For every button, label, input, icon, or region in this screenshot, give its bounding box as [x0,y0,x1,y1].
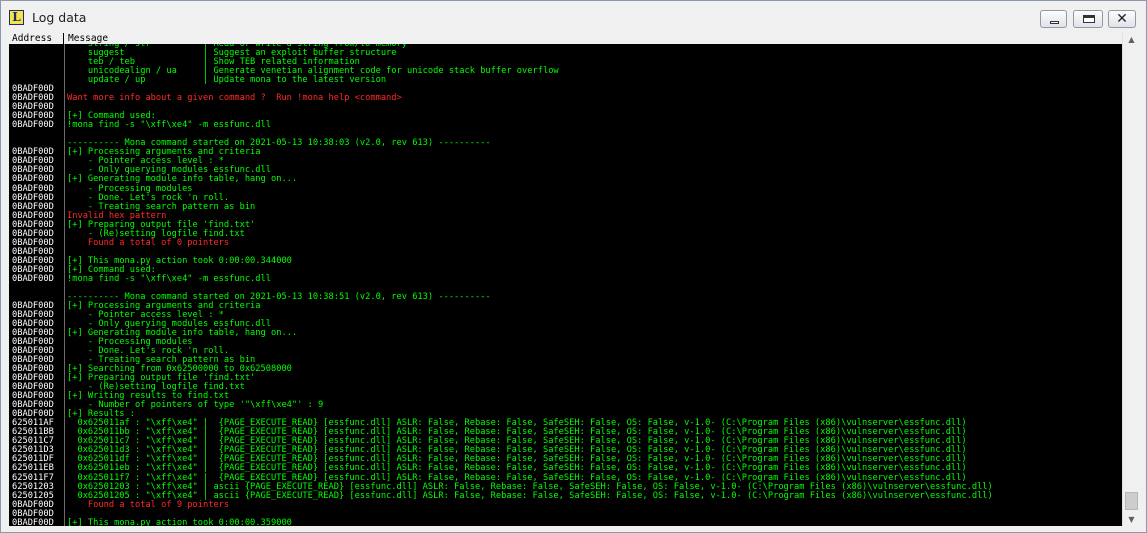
log-row-address: 0BADF00D [12,273,54,284]
maximize-button[interactable] [1073,10,1103,28]
log-row[interactable]: 0BADF00D [+] This mona.py action took 0:0… [9,256,1122,266]
log-list[interactable]: string / str | Read or write a string fr… [9,44,1122,526]
log-row-message: Found a total of 9 pointers [67,499,230,510]
log-row[interactable]: 0BADF00D !mona find -s "\xff\xe4" -m essf… [9,273,1122,284]
log-row[interactable]: 0BADF00D [+] This mona.py action took 0:0… [9,517,1122,526]
log-row[interactable]: 0BADF00D - Number of pointers of type '"… [9,401,1122,410]
minimize-button[interactable] [1040,10,1067,28]
log-row[interactable]: 0BADF00D Found a total of 9 pointers [9,499,1122,510]
close-button[interactable]: ✕ [1108,10,1136,28]
scrollbar-thumb[interactable] [1125,492,1138,510]
title-bar[interactable]: L Log data ✕ [1,1,1146,32]
log-row-message: Want more info about a given command ? R… [67,93,402,104]
log-lines: string / str | Read or write a string fr… [9,44,1122,526]
app-logo-icon: L [9,10,24,25]
log-row-address: 0BADF00D [12,517,54,526]
scroll-up-arrow-icon[interactable]: ▲ [1126,34,1137,45]
log-row[interactable]: 0BADF00D [9,103,1122,112]
log-row[interactable]: 0BADF00D !mona find -s "\xff\xe4" -m essf… [9,121,1122,130]
log-row-message: [+] This mona.py action took 0:00:00.359… [67,517,292,526]
log-row-message: update / up | Update mona to the latest … [67,75,387,86]
log-row-message: !mona find -s "\xff\xe4" -m essfunc.dll [67,273,271,284]
log-row-address: 0BADF00D [12,120,54,131]
log-column-header: Address Message [9,33,1139,44]
close-icon: ✕ [1116,11,1128,27]
log-row[interactable]: 0BADF00D Want more info about a given com… [9,94,1122,103]
message-column-header[interactable]: Message [65,33,108,44]
window-title: Log data [32,10,87,25]
minimize-icon [1050,21,1059,24]
maximize-icon [1083,15,1095,23]
log-data-window: L Log data ✕ Address Message string / st… [0,0,1147,533]
log-row[interactable]: 0BADF00D Found a total of 0 pointers [9,237,1122,248]
scroll-down-arrow-icon[interactable]: ▼ [1126,514,1137,525]
log-row[interactable]: update / up | Update mona to the latest … [9,76,1122,85]
log-row[interactable]: 0BADF00D - Treating search pattern as bi… [9,202,1122,212]
log-row-message: Found a total of 0 pointers [67,237,230,248]
address-column-header[interactable]: Address [9,33,64,44]
log-row-message: !mona find -s "\xff\xe4" -m essfunc.dll [67,120,271,131]
vertical-scrollbar[interactable]: ▲ ▼ [1122,33,1139,526]
